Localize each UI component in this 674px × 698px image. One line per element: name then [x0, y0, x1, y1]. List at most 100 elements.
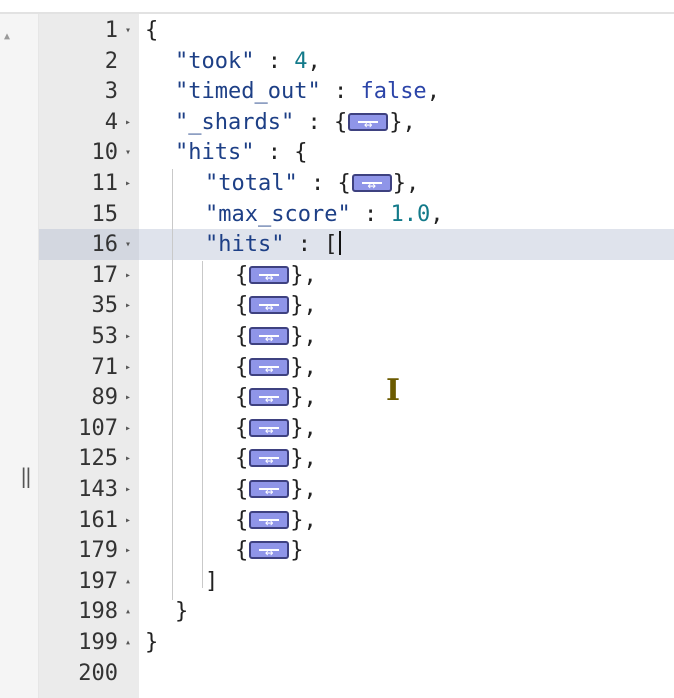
i-beam-cursor-icon: I: [386, 373, 401, 408]
code-line[interactable]: 53▸ {},: [0, 321, 674, 355]
code-line[interactable]: 35▸ {},: [0, 290, 674, 324]
line-content: {: [145, 15, 158, 46]
json-key: "_shards": [175, 109, 295, 135]
json-punctuation: },: [290, 262, 317, 288]
fold-expand-icon[interactable]: ▸: [123, 505, 133, 536]
fold-ellipsis-icon[interactable]: [348, 110, 389, 141]
code-line[interactable]: 89▸ {},: [0, 382, 674, 416]
json-key: "took": [175, 48, 255, 74]
fold-ellipsis-icon[interactable]: [249, 293, 290, 324]
json-punctuation: : [: [284, 232, 338, 258]
json-punctuation: {: [235, 538, 249, 564]
json-punctuation: :: [350, 201, 391, 227]
fold-ellipsis-icon[interactable]: [249, 538, 290, 569]
line-content: {},: [235, 260, 317, 294]
line-number: 17: [91, 262, 119, 288]
fold-collapse-icon[interactable]: ▾: [123, 137, 133, 168]
fold-collapse-icon[interactable]: ▾: [123, 229, 133, 260]
code-line[interactable]: 1 ▾ {: [0, 15, 674, 46]
json-punctuation: {: [235, 354, 249, 380]
line-content: {},: [235, 474, 317, 508]
json-value: 1.0: [390, 201, 431, 227]
fold-expand-icon[interactable]: ▸: [123, 474, 133, 505]
json-punctuation: {: [145, 18, 159, 43]
code-line[interactable]: 17▸ {},: [0, 260, 674, 294]
fold-expand-icon[interactable]: ▸: [123, 535, 133, 566]
line-number: 197: [78, 568, 118, 594]
json-punctuation: },: [290, 324, 317, 349]
code-line[interactable]: 4▸ "_shards" : {},: [0, 107, 674, 141]
json-punctuation: ,: [430, 201, 444, 227]
line-number: 198: [78, 599, 118, 625]
fold-expand-icon[interactable]: ▸: [123, 352, 133, 383]
fold-ellipsis-icon[interactable]: [249, 416, 290, 447]
code-line[interactable]: 198 ▴}: [0, 596, 674, 627]
line-number: 10: [91, 140, 119, 166]
line-number: 4: [104, 109, 118, 135]
json-punctuation: {: [235, 507, 249, 533]
fold-ellipsis-icon[interactable]: [249, 446, 290, 477]
json-punctuation: {: [235, 324, 249, 349]
fold-expand-icon[interactable]: ▸: [123, 290, 133, 321]
fold-end-icon[interactable]: ▴: [123, 566, 133, 597]
line-number: 15: [91, 201, 119, 227]
json-punctuation: :: [320, 79, 361, 105]
json-key: "timed_out": [175, 79, 321, 105]
fold-ellipsis-icon[interactable]: [249, 263, 290, 294]
line-number: 11: [91, 171, 119, 196]
fold-expand-icon[interactable]: ▸: [123, 107, 133, 138]
code-line[interactable]: 3 "timed_out" : false,: [0, 76, 674, 107]
line-content: }: [145, 627, 158, 658]
fold-end-icon[interactable]: ▴: [123, 596, 133, 627]
code-line[interactable]: 11▸ "total" : {},: [0, 168, 674, 202]
fold-ellipsis-icon[interactable]: [249, 385, 290, 416]
fold-ellipsis-icon[interactable]: [249, 355, 290, 386]
fold-expand-icon[interactable]: ▸: [123, 413, 133, 444]
json-punctuation: }: [290, 538, 304, 564]
code-line[interactable]: 10 ▾ "hits" : {: [0, 137, 674, 168]
line-content: "hits" : [: [205, 229, 342, 260]
json-punctuation: {: [235, 262, 249, 288]
fold-ellipsis-icon[interactable]: [249, 477, 290, 508]
fold-expand-icon[interactable]: ▸: [123, 260, 133, 291]
line-number: 2: [104, 48, 118, 74]
json-punctuation: {: [235, 385, 249, 411]
json-punctuation: },: [290, 354, 317, 380]
code-line[interactable]: 143▸ {},: [0, 474, 674, 508]
line-number: 3: [104, 79, 118, 105]
fold-ellipsis-icon[interactable]: [249, 508, 290, 539]
code-line[interactable]: 197 ▴]: [0, 566, 674, 597]
fold-ellipsis-icon[interactable]: [249, 324, 290, 355]
fold-expand-icon[interactable]: ▸: [123, 443, 133, 474]
line-number: 89: [91, 385, 119, 411]
fold-end-icon[interactable]: ▴: [123, 627, 133, 658]
fold-expand-icon[interactable]: ▸: [123, 382, 133, 413]
line-number: 161: [78, 507, 118, 533]
code-line[interactable]: 161▸ {},: [0, 505, 674, 539]
line-number: 143: [78, 477, 118, 502]
fold-collapse-icon[interactable]: ▾: [123, 15, 133, 46]
text-caret: [339, 231, 342, 256]
json-punctuation: :: [294, 109, 334, 135]
json-key: "hits": [205, 232, 285, 258]
code-line[interactable]: 2 "took" : 4,: [0, 46, 674, 77]
line-content: }: [175, 596, 188, 627]
line-content: {},: [235, 321, 317, 355]
code-line[interactable]: 107▸ {},: [0, 413, 674, 447]
json-punctuation: {: [235, 293, 249, 319]
line-number: 1: [104, 18, 118, 43]
code-line[interactable]: 199 ▴}: [0, 627, 674, 658]
json-punctuation: {: [333, 109, 348, 135]
code-line[interactable]: 179▸ {}: [0, 535, 674, 569]
code-line[interactable]: 200: [0, 658, 674, 689]
fold-expand-icon[interactable]: ▸: [123, 321, 133, 352]
line-number: 35: [91, 293, 119, 319]
code-line[interactable]: 71▸ {},: [0, 352, 674, 386]
code-line[interactable]: 125▸ {},: [0, 443, 674, 477]
code-line[interactable]: 16 ▾ "hits" : [: [0, 229, 674, 260]
json-key: "hits": [175, 140, 255, 166]
code-line[interactable]: 15 "max_score" : 1.0,: [0, 199, 674, 230]
json-key: "max_score": [205, 201, 351, 227]
fold-ellipsis-icon[interactable]: [351, 171, 392, 202]
fold-expand-icon[interactable]: ▸: [123, 168, 133, 199]
